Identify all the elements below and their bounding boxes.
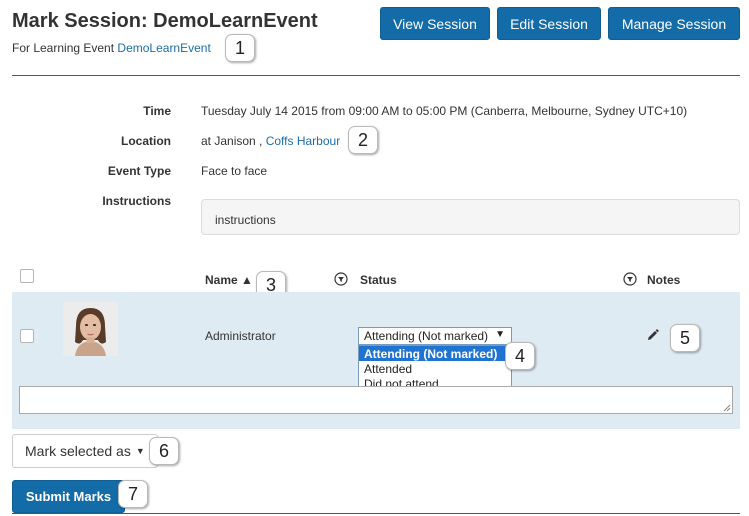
status-column-header: Status — [360, 273, 397, 287]
instructions-label: Instructions — [102, 194, 171, 208]
name-column-header[interactable]: Name ▲ — [205, 273, 253, 287]
view-session-button[interactable]: View Session — [380, 7, 490, 40]
callout-1: 1 — [225, 34, 255, 62]
avatar — [63, 302, 118, 356]
event-type-value: Face to face — [201, 164, 268, 178]
notes-filter-icon[interactable] — [623, 272, 637, 286]
learning-event-link[interactable]: DemoLearnEvent — [117, 41, 210, 55]
callout-4: 4 — [505, 342, 535, 370]
location-prefix: at Janison , — [201, 134, 263, 148]
row-select-checkbox[interactable] — [20, 329, 34, 343]
notes-textarea[interactable] — [19, 386, 733, 414]
callout-7: 7 — [118, 480, 148, 508]
location-value: at Janison , Coffs Harbour — [201, 134, 340, 148]
attendee-name: Administrator — [205, 329, 276, 343]
status-dropdown-list: Attending (Not marked) Attended Did not … — [358, 345, 512, 392]
select-all-checkbox[interactable] — [20, 269, 34, 283]
caret-down-icon: ▼ — [135, 446, 145, 456]
manage-session-button[interactable]: Manage Session — [608, 7, 740, 40]
location-link[interactable]: Coffs Harbour — [266, 134, 340, 148]
page-title: Mark Session: DemoLearnEvent — [12, 10, 318, 32]
status-selected-value: Attending (Not marked) — [364, 329, 489, 343]
callout-6: 6 — [149, 437, 179, 465]
instructions-box: instructions — [201, 199, 740, 235]
header-divider — [12, 75, 740, 76]
pencil-icon[interactable] — [646, 329, 659, 342]
caret-down-icon: ▼ — [495, 329, 505, 340]
status-filter-icon[interactable] — [334, 272, 348, 286]
status-option-attending[interactable]: Attending (Not marked) — [359, 346, 511, 361]
page-subtitle: For Learning Event DemoLearnEvent — [12, 41, 211, 55]
status-option-attended[interactable]: Attended — [359, 361, 511, 376]
resize-grip-icon[interactable] — [723, 404, 731, 412]
notes-column-header: Notes — [647, 273, 681, 287]
time-label: Time — [143, 104, 171, 118]
mark-selected-label: Mark selected as — [25, 443, 131, 459]
submit-marks-button[interactable]: Submit Marks — [12, 480, 125, 513]
footer-divider — [12, 513, 740, 514]
event-type-label: Event Type — [107, 164, 171, 178]
subtitle-prefix: For Learning Event — [12, 41, 115, 55]
edit-session-button[interactable]: Edit Session — [497, 7, 601, 40]
callout-5: 5 — [670, 324, 700, 352]
location-label: Location — [121, 134, 171, 148]
status-select[interactable]: Attending (Not marked) ▼ — [358, 327, 512, 345]
mark-selected-as-button[interactable]: Mark selected as ▼ — [12, 434, 158, 468]
time-value: Tuesday July 14 2015 from 09:00 AM to 05… — [201, 104, 688, 118]
callout-2: 2 — [348, 126, 378, 154]
